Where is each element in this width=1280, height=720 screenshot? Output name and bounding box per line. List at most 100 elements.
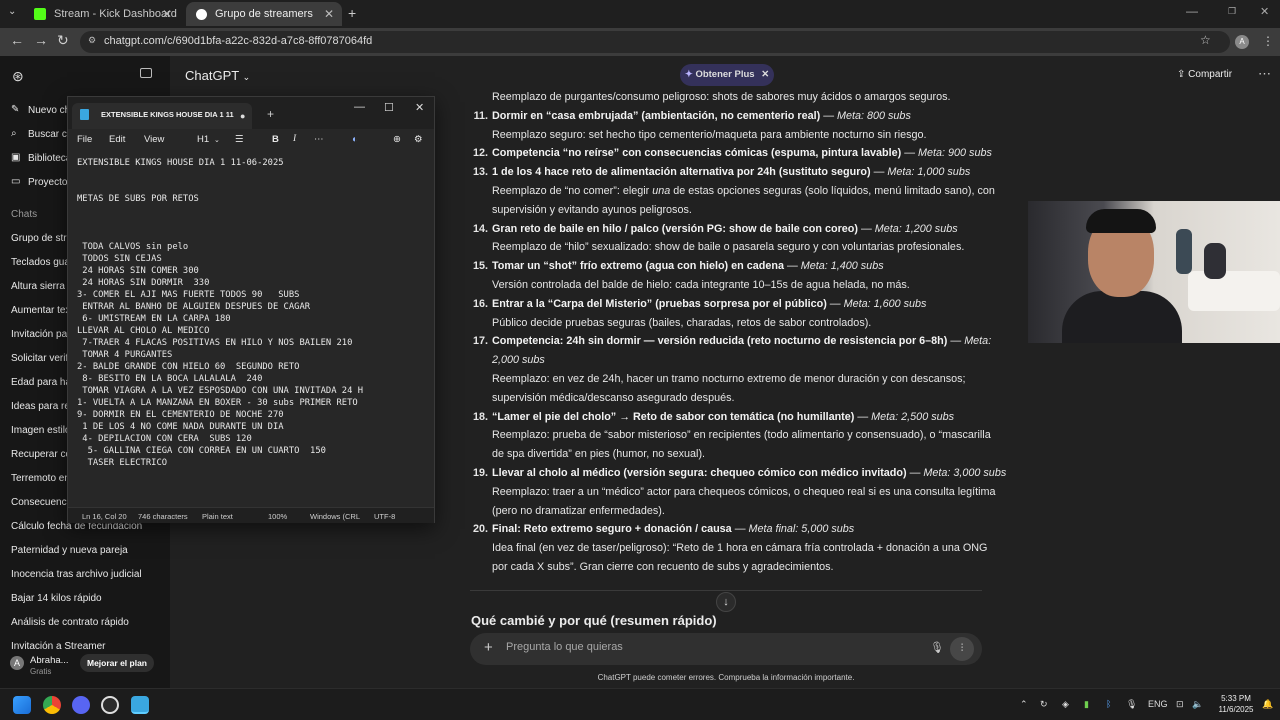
chat-item[interactable]: Altura sierra p (11, 281, 73, 292)
bold-button[interactable]: B (272, 134, 279, 145)
tray-app-icon[interactable]: ◈ (1062, 699, 1069, 710)
notepad-text-area[interactable]: EXTENSIBLE KINGS HOUSE DIA 1 11-06-2025 … (77, 157, 429, 469)
browser-menu-icon[interactable]: ⋮ (1262, 34, 1274, 48)
tab-grupo-de-streamers[interactable]: Grupo de streamers ✕ (186, 2, 342, 26)
encoding[interactable]: UTF-8 (374, 512, 395, 521)
scroll-down-button[interactable]: ↓ (716, 592, 736, 612)
restore-icon[interactable]: ❐ (1228, 6, 1236, 17)
chat-item[interactable]: Análisis de contrato rápido (11, 617, 129, 628)
message-line: Entrar a la “Carpa del Misterio” (prueba… (492, 295, 926, 314)
line-text: supervisión médica/descanso asegurado de… (492, 391, 735, 404)
chat-item[interactable]: Teclados gua (11, 257, 70, 268)
chatgpt-icon (196, 8, 207, 20)
chrome-icon[interactable] (43, 696, 61, 714)
more-options-icon[interactable]: ⋯ (1258, 66, 1271, 82)
volume-icon[interactable]: 🔈 (1192, 699, 1203, 710)
chat-item[interactable]: Inocencia tras archivo judicial (11, 569, 142, 580)
notification-bell-icon[interactable]: 🔔 (1262, 699, 1273, 710)
close-window-icon[interactable]: ✕ (1260, 5, 1269, 18)
section-heading: Qué cambié y por qué (resumen rápido) (471, 613, 717, 628)
chat-item[interactable]: Paternidad y nueva pareja (11, 545, 128, 556)
prompt-input[interactable]: Pregunta lo que quieras (506, 641, 623, 653)
language-indicator[interactable]: ENG (1148, 699, 1168, 709)
profile-avatar[interactable]: A (1235, 35, 1249, 49)
network-icon[interactable]: ⊡ (1176, 699, 1184, 710)
upgrade-plan-button[interactable]: Mejorar el plan (80, 654, 154, 672)
unsaved-dot-icon[interactable]: ● (240, 111, 245, 121)
chevron-down-icon: ⌄ (242, 72, 251, 82)
reload-icon[interactable]: ↻ (57, 32, 69, 49)
model-selector[interactable]: ChatGPT ⌄ (185, 68, 250, 83)
forward-icon[interactable]: → (34, 32, 48, 48)
bookmark-star-icon[interactable]: ☆ (1200, 33, 1211, 47)
sidebar-toggle-icon[interactable] (140, 68, 152, 78)
user-account[interactable]: A Abraha... Gratis Mejorar el plan (0, 650, 170, 688)
discord-icon[interactable] (72, 696, 90, 714)
tab-search-icon[interactable]: ⌄ (8, 6, 16, 17)
prompt-input-bar[interactable]: + Pregunta lo que quieras 🎙 ⫶ (470, 633, 982, 665)
chatgpt-logo-icon[interactable]: ⊛ (12, 68, 24, 85)
chat-item[interactable]: Ideas para ret (11, 401, 73, 412)
copilot-icon[interactable]: ◐ (352, 134, 358, 145)
chevron-up-icon[interactable]: ⌃ (1020, 699, 1028, 710)
minimize-icon[interactable]: — (1186, 4, 1198, 18)
heading-style-dropdown[interactable]: H1 (197, 134, 209, 145)
back-icon[interactable]: ← (10, 32, 24, 48)
get-plus-button[interactable]: ✦ Obtener Plus ✕ (680, 64, 774, 86)
chat-item[interactable]: Imagen estilo (11, 425, 70, 436)
site-info-icon[interactable]: ⚙ (88, 35, 96, 46)
projects-item[interactable]: Proyectos (28, 177, 72, 188)
goal-text: Meta: 1,200 subs (874, 222, 958, 235)
minimize-icon[interactable]: — (354, 101, 365, 113)
menu-edit[interactable]: Edit (109, 134, 125, 145)
tab-kick-dashboard[interactable]: Stream - Kick Dashboard ✕ (24, 2, 180, 26)
new-tab-icon[interactable]: + (348, 5, 356, 21)
chat-item[interactable]: Consecuencia (11, 497, 74, 508)
clock[interactable]: 5:33 PM 11/6/2025 (1214, 693, 1258, 715)
chat-item[interactable]: Aumentar tex (11, 305, 70, 316)
disclaimer-text: ChatGPT puede cometer errores. Comprueba… (597, 673, 855, 682)
microphone-icon[interactable]: 🎙 (930, 641, 944, 654)
chat-item[interactable]: Terremoto en (11, 473, 70, 484)
tray-app-icon[interactable]: ▮ (1084, 699, 1089, 710)
line-ending[interactable]: Windows (CRL (310, 512, 360, 521)
italic-button[interactable]: I (293, 134, 296, 144)
settings-gear-icon[interactable]: ⚙ (414, 134, 423, 145)
microphone-icon[interactable]: 🎙 (1126, 699, 1137, 710)
message-line: Reemplazo de purgantes/consumo peligroso… (492, 88, 951, 107)
library-item[interactable]: Biblioteca (28, 153, 71, 164)
menu-file[interactable]: File (77, 134, 92, 145)
list-icon[interactable]: ☰ (235, 134, 244, 145)
chat-item[interactable]: Invitación a Streamer (11, 641, 106, 650)
notepad-icon[interactable] (131, 696, 149, 714)
voice-mode-button[interactable]: ⫶ (950, 637, 974, 661)
menu-view[interactable]: View (144, 134, 164, 145)
url-field[interactable]: ⚙ chatgpt.com/c/690d1bfa-a22c-832d-a7c8-… (80, 31, 1230, 53)
maximize-icon[interactable]: ☐ (384, 101, 394, 114)
chat-item[interactable]: Recuperar cor (11, 449, 74, 460)
line-text: Público decide pruebas seguras (bailes, … (492, 316, 872, 329)
new-tab-icon[interactable]: + (267, 107, 274, 121)
bluetooth-icon[interactable]: ᛒ (1106, 699, 1111, 709)
obs-icon[interactable] (101, 696, 119, 714)
goal-text: Meta: 2,500 subs (871, 410, 954, 423)
add-attachment-icon[interactable]: + (484, 639, 493, 656)
share-button[interactable]: ⇪ Compartir (1177, 69, 1232, 80)
notepad-window[interactable]: EXTENSIBLE KINGS HOUSE DIA 1 11 ● + — ☐ … (67, 96, 435, 523)
close-icon[interactable]: ✕ (761, 69, 769, 80)
chat-item[interactable]: Invitación par (11, 329, 70, 340)
close-icon[interactable]: ✕ (324, 7, 334, 21)
message-line: Competencia: 24h sin dormir — versión re… (492, 332, 991, 351)
windows-taskbar: ⌃ ↻ ◈ ▮ ᛒ 🎙 ENG ⊡ 🔈 5:33 PM 11/6/2025 🔔 (0, 688, 1280, 720)
chat-item[interactable]: Solicitar verifi (11, 353, 70, 364)
close-icon[interactable]: ✕ (415, 101, 424, 114)
windows-start-icon[interactable] (13, 696, 31, 714)
chat-item[interactable]: Edad para hal (11, 377, 73, 388)
chat-item[interactable]: Bajar 14 kilos rápido (11, 593, 102, 604)
close-icon[interactable]: ✕ (162, 7, 172, 21)
zoom-level[interactable]: 100% (268, 512, 287, 521)
more-icon[interactable]: ⋯ (314, 134, 324, 145)
line-text: Idea final (en vez de taser/peligroso): … (492, 542, 988, 555)
tray-app-icon[interactable]: ↻ (1040, 699, 1048, 710)
account-icon[interactable]: ⊕ (393, 134, 401, 145)
